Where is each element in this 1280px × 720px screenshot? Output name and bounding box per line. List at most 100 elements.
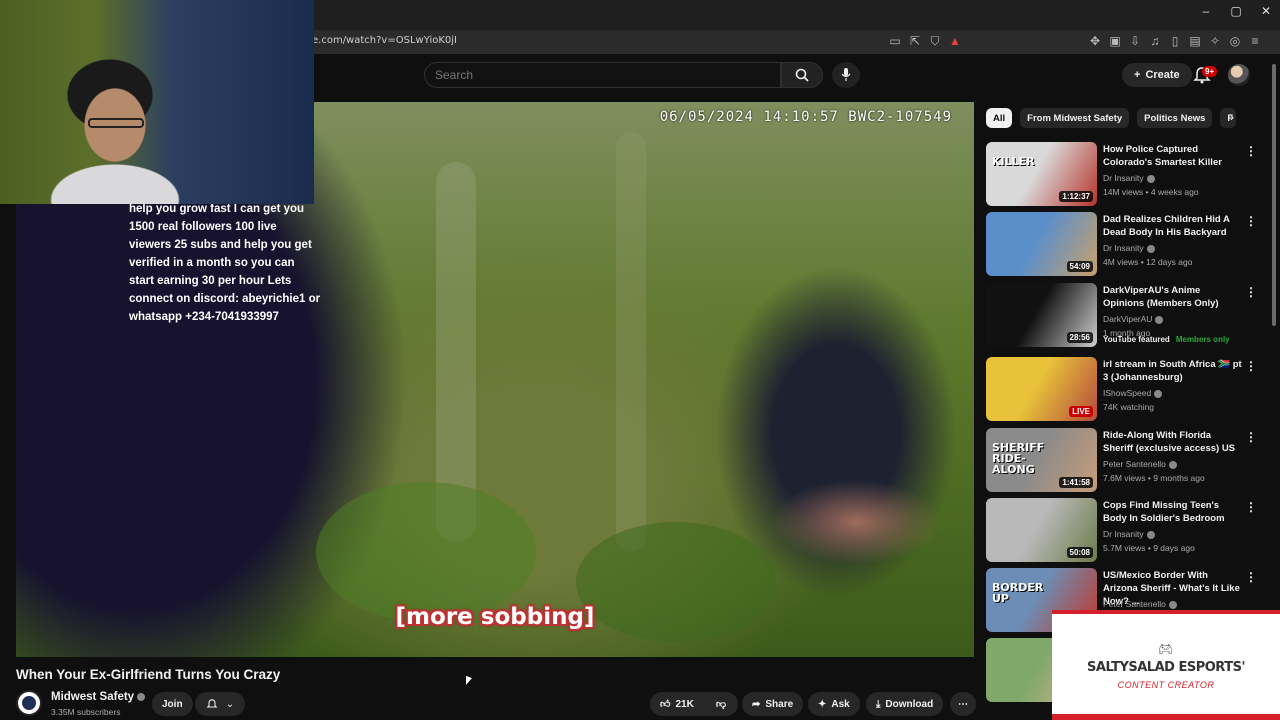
recommendation-channel-text[interactable]: Dr Insanity [1103, 529, 1144, 539]
more-options-icon[interactable]: ⋮ [1245, 214, 1257, 228]
recommendation-channel-text[interactable]: IShowSpeed [1103, 388, 1151, 398]
close-icon[interactable]: ✕ [1258, 4, 1274, 18]
restore-icon[interactable]: ▢ [1228, 4, 1244, 18]
recommendation-channel-text[interactable]: DarkViperAU [1103, 314, 1152, 324]
recommendation-channel-text[interactable]: Peter Santenello [1103, 599, 1166, 609]
chip-from-channel[interactable]: From Midwest Safety [1020, 108, 1130, 128]
account-avatar[interactable] [1228, 64, 1250, 86]
sidebar-scrollbar[interactable] [1272, 64, 1276, 326]
search-icon [795, 68, 809, 82]
video-thumbnail[interactable]: 50:08 [986, 498, 1097, 562]
like-button[interactable]: 👍︎ 21K [650, 692, 704, 716]
wallet-icon[interactable]: ▤ [1188, 34, 1202, 48]
video-caption: [more sobbing] [395, 604, 595, 630]
channel-name[interactable]: Midwest Safety [51, 691, 146, 703]
recommendation-channel[interactable]: Peter Santenello [1103, 599, 1177, 609]
channel-avatar[interactable] [16, 690, 42, 716]
recommendation-channel[interactable]: Dr Insanity [1103, 173, 1155, 183]
more-options-icon[interactable]: ⋮ [1245, 430, 1257, 444]
more-options-icon[interactable]: ⋮ [1245, 500, 1257, 514]
recommendation-item[interactable]: KILLER 1:12:37 How Police Captured Colorad… [986, 142, 1266, 208]
dislike-button[interactable]: 👎︎ [704, 692, 738, 716]
menu-icon[interactable]: ≡ [1248, 34, 1262, 48]
share-page-icon[interactable]: ⇱ [908, 34, 922, 48]
recommendation-channel[interactable]: Dr Insanity [1103, 243, 1155, 253]
cast-icon[interactable]: ▭ [888, 34, 902, 48]
duration-badge: 54:09 [1066, 261, 1093, 272]
video-thumbnail[interactable]: 54:09 [986, 212, 1097, 276]
chevron-right-icon[interactable]: › [1230, 110, 1234, 124]
recommendation-meta: 14M views • 4 weeks ago [1103, 187, 1199, 197]
brave-shield-icon[interactable]: ⛉ [928, 34, 942, 48]
verified-icon [1155, 315, 1164, 324]
recommendation-item[interactable]: 28:56 DarkViperAU's Anime Opinions (Membe… [986, 283, 1266, 349]
video-thumbnail[interactable]: KILLER 1:12:37 [986, 142, 1097, 206]
video-thumbnail[interactable]: LIVE [986, 357, 1097, 421]
thumbs-down-icon: 👎︎ [715, 699, 727, 710]
streamer-webcam [0, 0, 314, 204]
verified-icon [1146, 244, 1155, 253]
download-toolbar-icon[interactable]: ⇩ [1128, 34, 1142, 48]
join-button[interactable]: Join [152, 692, 193, 716]
recommendation-channel[interactable]: DarkViperAU [1103, 314, 1164, 324]
brand-name: SALTYSALAD ESPORTS' [1087, 660, 1245, 675]
create-button[interactable]: + Create [1122, 63, 1192, 87]
chip-more[interactable]: F [1220, 108, 1237, 128]
minimize-icon[interactable]: – [1198, 4, 1214, 18]
chip-politics-news[interactable]: Politics News [1137, 108, 1213, 128]
recommendation-item[interactable]: LIVE irl stream in South Africa 🇿🇦 pt 3 (… [986, 357, 1266, 423]
share-label: Share [765, 698, 794, 710]
recommendation-item[interactable]: SHERIFF RIDE-ALONG 1:41:58 Ride-Along With… [986, 428, 1266, 494]
recommendation-channel[interactable]: Peter Santenello [1103, 459, 1177, 469]
video-thumbnail[interactable]: SHERIFF RIDE-ALONG 1:41:58 [986, 428, 1097, 492]
more-options-icon[interactable]: ⋮ [1245, 285, 1257, 299]
members-only-badge: Members only [1175, 335, 1230, 344]
verified-icon [1146, 530, 1155, 539]
extensions-icon[interactable]: ✥ [1088, 34, 1102, 48]
search-input[interactable] [425, 63, 780, 87]
more-options-icon[interactable]: ⋮ [1245, 144, 1257, 158]
search-box[interactable] [424, 62, 781, 88]
ask-button[interactable]: ✦ Ask [808, 692, 860, 716]
voice-search-button[interactable] [832, 62, 860, 88]
channel-logo-icon [22, 696, 36, 710]
sidebar-icon[interactable]: ▯ [1168, 34, 1182, 48]
vpn-icon[interactable]: ◎ [1228, 34, 1242, 48]
plus-icon: + [1134, 69, 1141, 81]
url-text[interactable]: e.com/watch?v=OSLwYioK0jI [312, 35, 457, 46]
sparkle-icon: ✦ [818, 698, 827, 710]
download-button[interactable]: ⤓ Download [866, 692, 944, 716]
subscription-bell-button[interactable]: ⌄ [195, 692, 245, 716]
video-thumbnail[interactable]: 28:56 [986, 283, 1097, 347]
recommendation-item[interactable]: 50:08 Cops Find Missing Teen's Body In So… [986, 498, 1266, 564]
recommendation-channel[interactable]: IShowSpeed [1103, 388, 1163, 398]
recommendation-title[interactable]: Cops Find Missing Teen's Body In Soldier… [1103, 499, 1243, 525]
recommendation-title[interactable]: DarkViperAU's Anime Opinions (Members On… [1103, 284, 1243, 310]
recommendation-item[interactable]: 54:09 Dad Realizes Children Hid A Dead Bo… [986, 212, 1266, 278]
recommendation-channel-text[interactable]: Peter Santenello [1103, 459, 1166, 469]
chat-overlay-text: help you grow fast I can get you 1500 re… [129, 203, 321, 323]
download-label: Download [885, 698, 934, 710]
recommendation-channel-text[interactable]: Dr Insanity [1103, 173, 1144, 183]
duration-badge: LIVE [1069, 406, 1093, 417]
music-icon[interactable]: ♫ [1148, 34, 1162, 48]
recommendation-channel[interactable]: Dr Insanity [1103, 529, 1155, 539]
channel-name-text[interactable]: Midwest Safety [51, 691, 134, 703]
recommendation-title[interactable]: irl stream in South Africa 🇿🇦 pt 3 (Joha… [1103, 358, 1243, 384]
recommendation-title[interactable]: Ride-Along With Florida Sheriff (exclusi… [1103, 429, 1243, 455]
recommendation-meta: 5.7M views • 9 days ago [1103, 543, 1195, 553]
tab-icon[interactable]: ▣ [1108, 34, 1122, 48]
rewards-icon[interactable]: ▲ [948, 34, 962, 48]
toolbar-icons: ✥ ▣ ⇩ ♫ ▯ ▤ ✧ ◎ ≡ [1088, 34, 1262, 48]
recommendation-channel-text[interactable]: Dr Insanity [1103, 243, 1144, 253]
notification-badge: 9+ [1202, 66, 1218, 77]
leo-icon[interactable]: ✧ [1208, 34, 1222, 48]
share-button[interactable]: ➦ Share [742, 692, 804, 716]
search-button[interactable] [781, 62, 823, 88]
more-options-icon[interactable]: ⋮ [1245, 359, 1257, 373]
more-options-icon[interactable]: ⋮ [1245, 570, 1257, 584]
chip-all[interactable]: All [986, 108, 1013, 128]
more-actions-button[interactable]: ⋯ [950, 692, 976, 716]
recommendation-title[interactable]: How Police Captured Colorado's Smartest … [1103, 143, 1243, 169]
recommendation-title[interactable]: Dad Realizes Children Hid A Dead Body In… [1103, 213, 1243, 239]
